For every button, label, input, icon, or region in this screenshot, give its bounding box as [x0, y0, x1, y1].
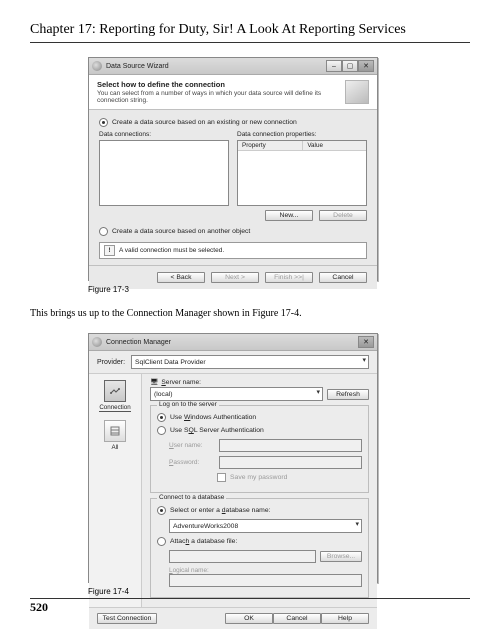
data-connections-label: Data connections: [99, 131, 229, 138]
wizard-header-icon [345, 80, 369, 104]
server-value: (local) [154, 391, 173, 398]
warning-panel: ! A valid connection must be selected. [99, 242, 367, 259]
prop-header-value: Value [303, 141, 366, 150]
radio-label: Select or enter a database name: [170, 507, 271, 514]
wizard-header-title: Select how to define the connection [97, 80, 345, 89]
checkbox-label: Save my password [230, 474, 287, 481]
wizard-header-subtitle: You can select from a number of ways in … [97, 90, 345, 104]
finish-button[interactable]: Finish >>| [265, 272, 313, 283]
radio-another-object[interactable]: Create a data source based on another ob… [99, 227, 367, 236]
attach-file-input [169, 550, 316, 563]
next-button[interactable]: Next > [211, 272, 259, 283]
data-connections-list[interactable] [99, 140, 229, 206]
radio-icon [157, 506, 166, 515]
wizard-header: Select how to define the connection You … [89, 75, 377, 110]
radio-label: Attach a database file: [170, 538, 237, 545]
close-button[interactable]: ✕ [358, 336, 374, 348]
minimize-button[interactable]: – [326, 60, 342, 72]
logon-group-title: Log on to the server [157, 401, 219, 408]
refresh-button[interactable]: Refresh [327, 389, 369, 400]
connection-icon [104, 380, 126, 402]
warning-text: A valid connection must be selected. [119, 247, 224, 254]
database-dropdown[interactable]: AdventureWorks2008 [169, 519, 362, 533]
radio-icon [157, 537, 166, 546]
all-icon [104, 420, 126, 442]
username-input [219, 439, 362, 452]
ok-button[interactable]: OK [225, 613, 273, 624]
prop-header-property: Property [238, 141, 303, 150]
password-input [219, 456, 362, 469]
logical-name-label: Logical name: [169, 567, 362, 574]
server-name-dropdown[interactable]: (local) [150, 387, 323, 401]
server-icon: 🖥 [150, 378, 158, 386]
app-icon [92, 337, 102, 347]
database-value: AdventureWorks2008 [173, 523, 238, 530]
back-button[interactable]: < Back [157, 272, 205, 283]
chapter-title: Chapter 17: Reporting for Duty, Sir! A L… [30, 22, 470, 43]
sidebar-label: Connection [99, 404, 130, 412]
maximize-button[interactable]: ▢ [342, 60, 358, 72]
radio-icon [157, 426, 166, 435]
provider-value: SqlClient Data Provider [135, 359, 206, 366]
sidebar-label: All [112, 444, 119, 451]
page-number: 520 [30, 597, 48, 615]
browse-button: Browse... [320, 551, 362, 562]
test-connection-button[interactable]: Test Connection [97, 613, 157, 624]
figure-caption: Figure 17-4 [88, 587, 129, 596]
window-title: Connection Manager [106, 339, 358, 346]
body-paragraph: This brings us up to the Connection Mana… [30, 308, 470, 319]
sidebar-item-all[interactable]: All [104, 420, 126, 451]
radio-existing-connection[interactable]: Create a data source based on an existin… [99, 118, 367, 127]
radio-label: Use Windows Authentication [170, 414, 256, 421]
connection-properties-grid[interactable]: Property Value [237, 140, 367, 206]
password-label: Password: [169, 459, 215, 466]
window-title: Data Source Wizard [106, 63, 326, 70]
new-button[interactable]: New... [265, 210, 313, 221]
logon-group: Log on to the server Use Windows Authent… [150, 405, 369, 493]
provider-dropdown[interactable]: SqlClient Data Provider [131, 355, 369, 369]
provider-label: Provider: [97, 359, 125, 366]
radio-windows-auth[interactable]: Use Windows Authentication [157, 413, 362, 422]
connection-manager-window: Connection Manager ✕ Provider: SqlClient… [88, 333, 378, 583]
connect-db-group-title: Connect to a database [157, 494, 226, 501]
radio-icon [99, 227, 108, 236]
app-icon [92, 61, 102, 71]
cancel-button[interactable]: Cancel [319, 272, 367, 283]
sidebar-item-connection[interactable]: Connection [99, 380, 130, 412]
server-name-label: 🖥 Server name: [150, 378, 369, 386]
save-password-checkbox: Save my password [217, 473, 362, 482]
close-button[interactable]: ✕ [358, 60, 374, 72]
radio-attach-db[interactable]: Attach a database file: [157, 537, 362, 546]
radio-icon [157, 413, 166, 422]
connection-properties-label: Data connection properties: [237, 131, 367, 138]
username-label: User name: [169, 442, 215, 449]
radio-label: Create a data source based on another ob… [112, 228, 250, 235]
radio-select-db[interactable]: Select or enter a database name: [157, 506, 362, 515]
cancel-button[interactable]: Cancel [273, 613, 321, 624]
checkbox-icon [217, 473, 226, 482]
data-source-wizard-window: Data Source Wizard – ▢ ✕ Select how to d… [88, 57, 378, 281]
radio-label: Use SQL Server Authentication [170, 427, 264, 434]
page-footer-rule [30, 598, 470, 599]
titlebar: Connection Manager ✕ [89, 334, 377, 351]
side-tabs: Connection All [89, 374, 142, 607]
logical-name-input [169, 574, 362, 587]
radio-icon [99, 118, 108, 127]
connect-db-group: Connect to a database Select or enter a … [150, 498, 369, 598]
delete-button[interactable]: Delete [319, 210, 367, 221]
titlebar: Data Source Wizard – ▢ ✕ [89, 58, 377, 75]
radio-label: Create a data source based on an existin… [112, 119, 297, 126]
figure-caption: Figure 17-3 [88, 285, 129, 294]
help-button[interactable]: Help [321, 613, 369, 624]
warning-icon: ! [104, 245, 115, 256]
radio-sql-auth[interactable]: Use SQL Server Authentication [157, 426, 362, 435]
